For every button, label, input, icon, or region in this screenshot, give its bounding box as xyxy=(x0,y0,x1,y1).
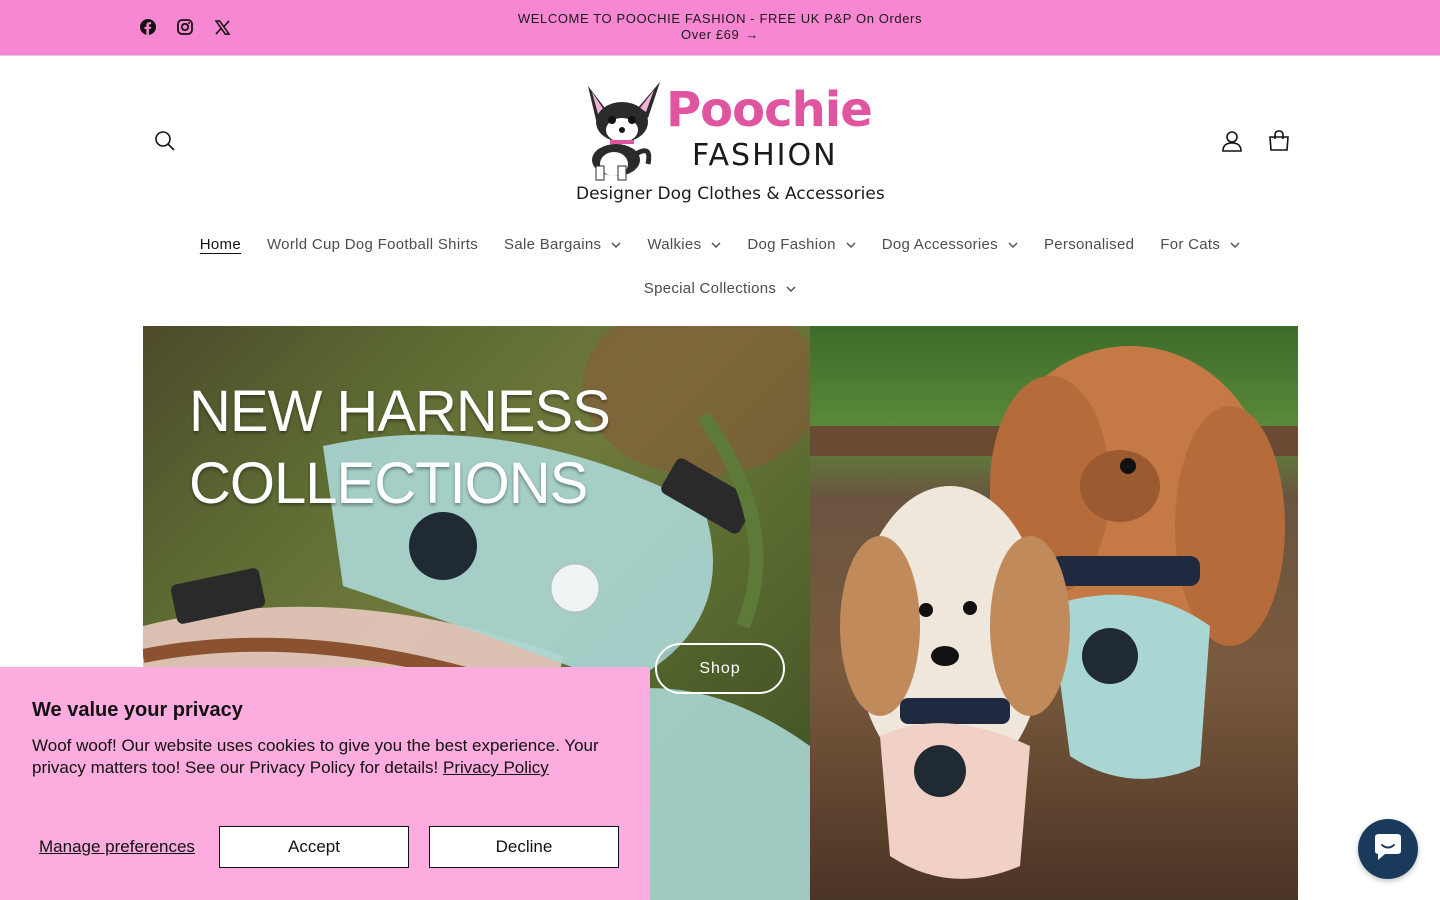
cookie-heading: We value your privacy xyxy=(32,699,243,721)
cookie-banner: We value your privacy Woof woof! Our web… xyxy=(0,667,650,900)
hero-shop-button[interactable]: Shop xyxy=(655,643,785,694)
hero-title: NEW HARNESS COLLECTIONS xyxy=(189,376,611,520)
hero-title-line-1: NEW HARNESS xyxy=(189,379,611,444)
announcement-line-1: WELCOME TO POOCHIE FASHION - FREE UK P&P… xyxy=(517,11,923,26)
x-icon[interactable] xyxy=(212,17,232,37)
account-icon[interactable] xyxy=(1219,128,1245,154)
logo-tagline: Designer Dog Clothes & Accessories xyxy=(576,184,885,204)
nav-label: Special Collections xyxy=(643,280,777,297)
accept-button[interactable]: Accept xyxy=(219,826,409,868)
logo-title: Poochie xyxy=(666,82,873,138)
nav-label: Dog Fashion xyxy=(747,236,836,253)
main-nav: Home World Cup Dog Football Shirts Sale … xyxy=(0,236,1440,253)
facebook-icon[interactable] xyxy=(138,17,158,37)
nav-label: Dog Accessories xyxy=(881,236,998,253)
nav-item-walkies[interactable]: Walkies xyxy=(634,236,734,253)
nav-label: Personalised xyxy=(1043,236,1135,253)
nav-label: World Cup Dog Football Shirts xyxy=(267,236,479,253)
announcement-line-2: Over £69 xyxy=(681,27,740,42)
announcement-text[interactable]: WELCOME TO POOCHIE FASHION - FREE UK P&P… xyxy=(470,11,970,43)
manage-preferences-link[interactable]: Manage preferences xyxy=(32,837,219,857)
social-links xyxy=(138,17,232,37)
decline-button[interactable]: Decline xyxy=(429,826,619,868)
announcement-bar: WELCOME TO POOCHIE FASHION - FREE UK P&P… xyxy=(0,0,1440,56)
nav-label: Sale Bargains xyxy=(504,236,602,253)
chevron-down-icon xyxy=(786,286,796,292)
nav-label: Walkies xyxy=(647,236,702,253)
chevron-down-icon xyxy=(1008,242,1018,248)
instagram-icon[interactable] xyxy=(175,17,195,37)
nav-item-dog-fashion[interactable]: Dog Fashion xyxy=(734,236,868,253)
nav-item-personalised[interactable]: Personalised xyxy=(1031,236,1147,253)
chevron-down-icon xyxy=(611,242,621,248)
nav-item-for-cats[interactable]: For Cats xyxy=(1147,236,1253,253)
cookie-body: Woof woof! Our website uses cookies to g… xyxy=(32,735,618,779)
cookie-actions: Manage preferences Accept Decline xyxy=(32,826,619,868)
chevron-down-icon xyxy=(711,242,721,248)
chevron-down-icon xyxy=(846,242,856,248)
nav-item-home[interactable]: Home xyxy=(187,236,254,253)
arrow-right-icon: → xyxy=(745,27,759,42)
nav-item-sale-bargains[interactable]: Sale Bargains xyxy=(491,236,634,253)
nav-item-dog-accessories[interactable]: Dog Accessories xyxy=(869,236,1031,253)
chat-bubble-icon xyxy=(1373,833,1403,866)
logo-subtitle: FASHION xyxy=(692,138,838,173)
hero-image-poodles xyxy=(810,326,1298,900)
privacy-policy-link[interactable]: Privacy Policy xyxy=(443,758,549,777)
site-logo[interactable]: Poochie FASHION Designer Dog Clothes & A… xyxy=(574,78,885,210)
chevron-down-icon xyxy=(1230,242,1240,248)
chat-button[interactable] xyxy=(1358,819,1418,879)
cart-icon[interactable] xyxy=(1266,128,1292,154)
chihuahua-logo-icon xyxy=(588,82,660,181)
nav-item-world-cup-shirts[interactable]: World Cup Dog Football Shirts xyxy=(254,236,491,253)
nav-label: For Cats xyxy=(1160,236,1221,253)
hero-title-line-2: COLLECTIONS xyxy=(189,451,588,516)
nav-item-special-collections[interactable]: Special Collections xyxy=(631,280,809,297)
nav-label: Home xyxy=(199,236,241,253)
main-nav-row-2: Special Collections xyxy=(0,280,1440,297)
search-icon[interactable] xyxy=(152,128,178,154)
